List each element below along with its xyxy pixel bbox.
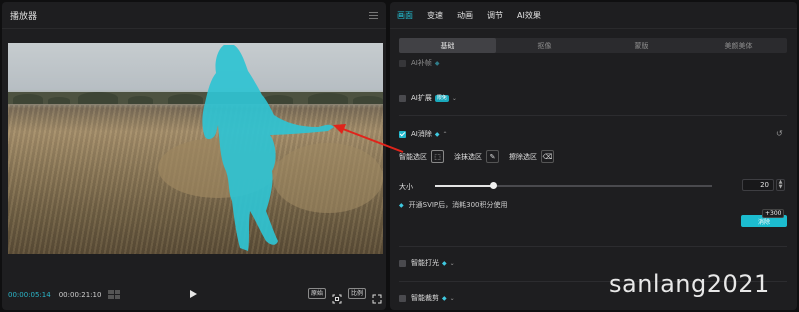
watermark-text: sanlang2021 xyxy=(609,270,770,298)
annotation-arrow xyxy=(333,124,404,153)
